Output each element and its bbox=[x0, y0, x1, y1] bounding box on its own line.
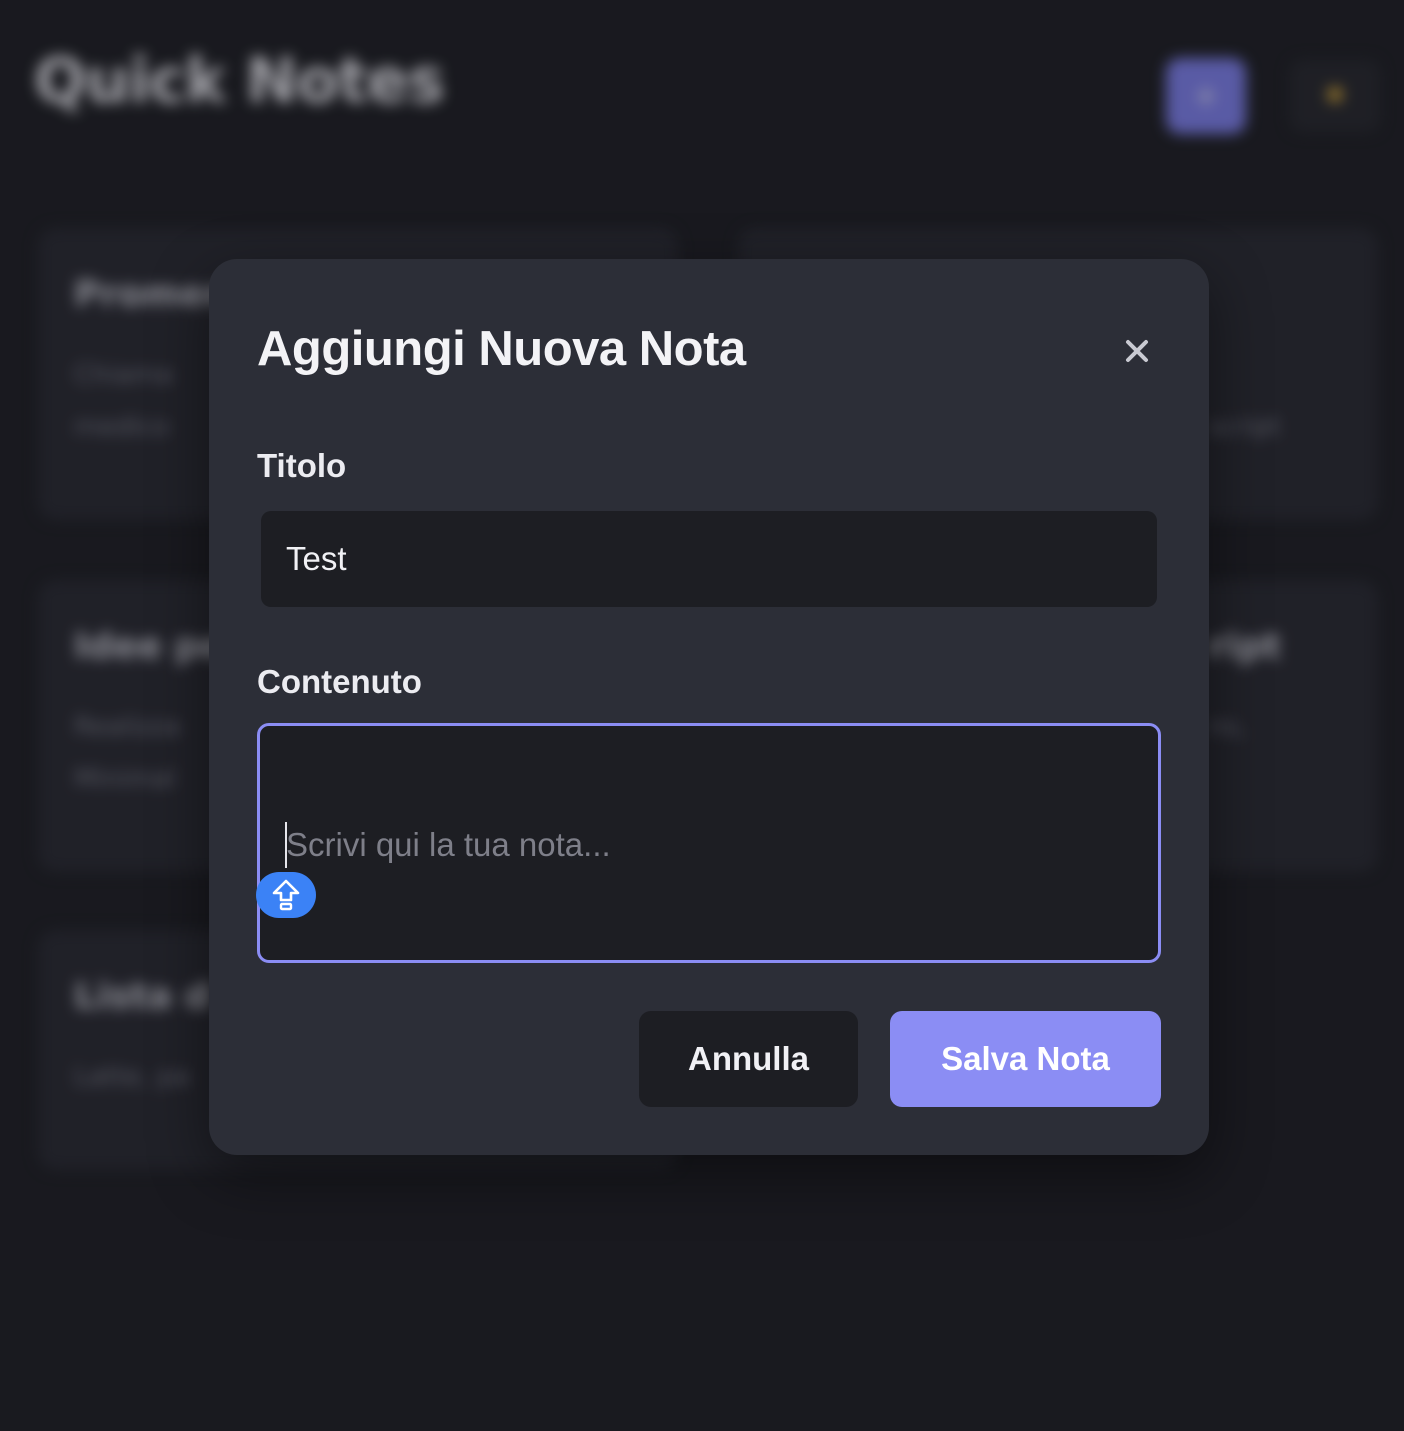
content-label: Contenuto bbox=[257, 663, 422, 700]
modal-title: Aggiungi Nuova Nota bbox=[257, 322, 746, 376]
add-note-modal: Aggiungi Nuova Nota Titolo Contenuto Scr… bbox=[209, 259, 1209, 1155]
shift-arrow-icon bbox=[272, 879, 300, 911]
content-placeholder: Scrivi qui la tua nota... bbox=[286, 826, 611, 863]
title-label: Titolo bbox=[257, 447, 347, 484]
cancel-button[interactable]: Annulla bbox=[639, 1011, 858, 1107]
close-icon bbox=[1126, 340, 1148, 362]
save-note-button[interactable]: Salva Nota bbox=[890, 1011, 1161, 1107]
content-textarea[interactable]: Scrivi qui la tua nota... bbox=[256, 723, 1161, 963]
caps-lock-badge bbox=[256, 872, 316, 918]
title-input[interactable] bbox=[261, 511, 1157, 607]
close-button[interactable] bbox=[1115, 329, 1159, 373]
